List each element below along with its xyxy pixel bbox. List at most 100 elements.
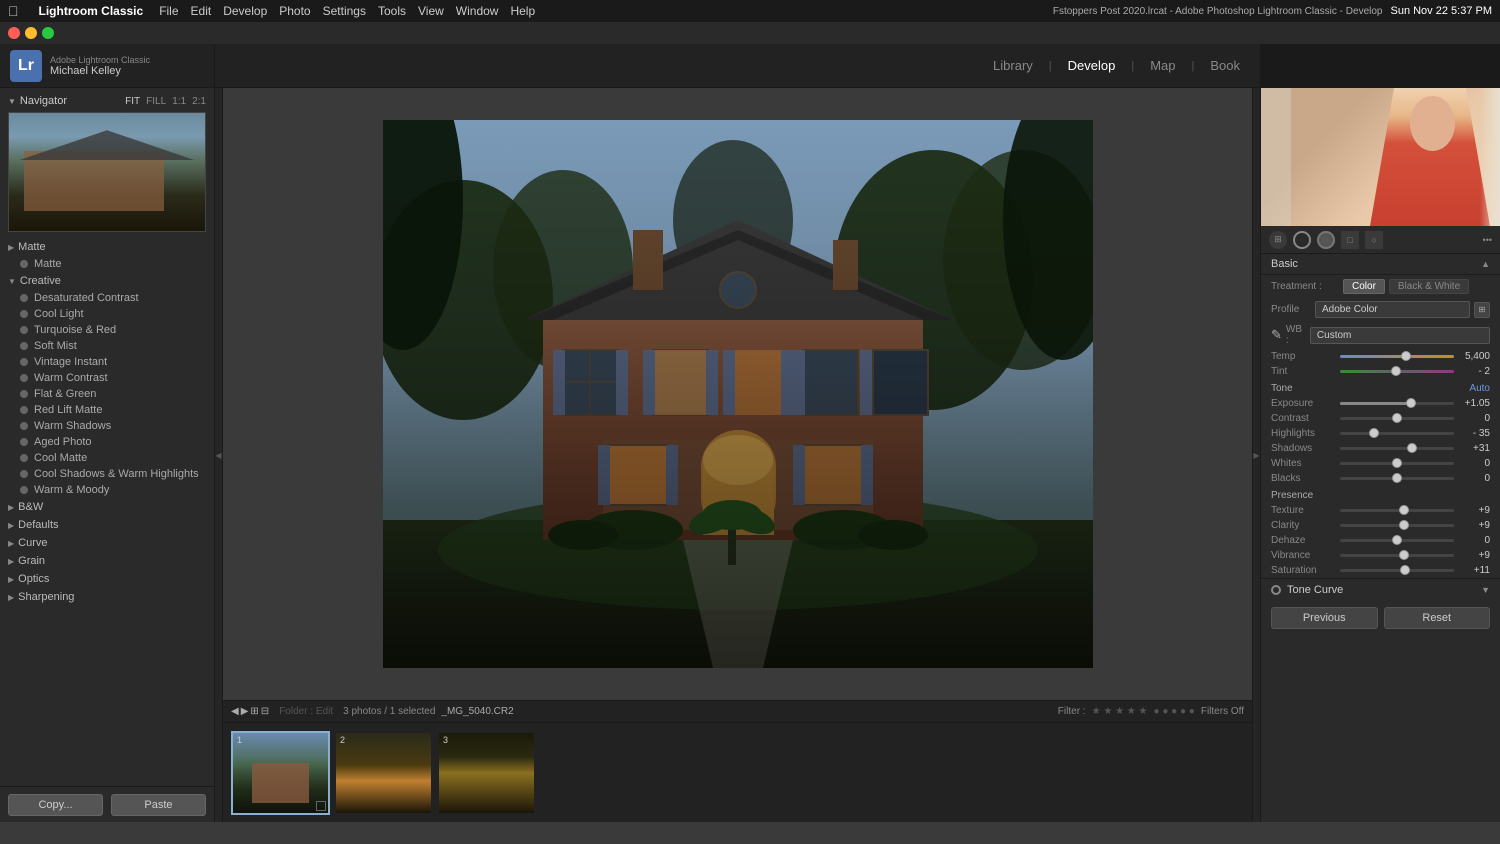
paste-button[interactable]: Paste [111,794,206,816]
whites-slider-thumb[interactable] [1392,458,1402,468]
vibrance-slider-thumb[interactable] [1399,550,1409,560]
temp-slider-track[interactable] [1340,355,1454,358]
menu-file[interactable]: File [159,4,178,18]
preset-item-flat-green[interactable]: Flat & Green [0,386,214,402]
prev-nav-btn[interactable]: ◀ [231,706,239,717]
preset-item-cool-shadows[interactable]: Cool Shadows & Warm Highlights [0,466,214,482]
contrast-slider-track[interactable] [1340,417,1454,420]
preset-item-warm-contrast[interactable]: Warm Contrast [0,370,214,386]
filmstrip-btn[interactable]: ⊟ [261,706,269,717]
shadows-slider-thumb[interactable] [1407,443,1417,453]
texture-slider-track[interactable] [1340,509,1454,512]
preset-group-header-sharpening[interactable]: ▶ Sharpening [0,588,214,606]
fit-option-2-1[interactable]: 2:1 [192,96,206,107]
shadows-slider-track[interactable] [1340,447,1454,450]
preset-item-soft-mist[interactable]: Soft Mist [0,338,214,354]
menu-settings[interactable]: Settings [323,4,366,18]
fit-option-fit[interactable]: FIT [125,96,140,107]
grid-btn[interactable]: ⊞ [250,706,258,717]
preset-group-header-curve[interactable]: ▶ Curve [0,534,214,552]
module-book[interactable]: Book [1210,58,1240,73]
tool-brush[interactable]: ○ [1365,231,1383,249]
preset-item-cool-matte[interactable]: Cool Matte [0,450,214,466]
next-nav-btn[interactable]: ▶ [241,706,249,717]
preset-group-header-defaults[interactable]: ▶ Defaults [0,516,214,534]
preset-item-matte[interactable]: Matte [0,256,214,272]
vibrance-slider-track[interactable] [1340,554,1454,557]
bw-button[interactable]: Black & White [1389,279,1469,294]
minimize-button[interactable] [25,27,37,39]
profile-value[interactable]: Adobe Color [1315,301,1470,318]
saturation-slider-thumb[interactable] [1400,565,1410,575]
highlights-slider-thumb[interactable] [1369,428,1379,438]
color-button[interactable]: Color [1343,279,1385,294]
dehaze-slider-track[interactable] [1340,539,1454,542]
basic-section-header[interactable]: Basic ▲ [1261,254,1500,275]
filmstrip-thumb-3[interactable]: 3 [437,731,536,815]
preset-item-desaturated[interactable]: Desaturated Contrast [0,290,214,306]
whites-slider-track[interactable] [1340,462,1454,465]
tool-redeye[interactable]: □ [1341,231,1359,249]
menu-edit[interactable]: Edit [191,4,212,18]
module-develop[interactable]: Develop [1068,58,1116,73]
reset-button[interactable]: Reset [1384,607,1491,629]
clarity-slider-thumb[interactable] [1399,520,1409,530]
tool-crop[interactable] [1293,231,1311,249]
fit-option-1-1[interactable]: 1:1 [172,96,186,107]
contrast-slider-thumb[interactable] [1392,413,1402,423]
profile-grid-button[interactable]: ⊞ [1474,302,1490,318]
module-library[interactable]: Library [993,58,1033,73]
preset-item-warm-moody[interactable]: Warm & Moody [0,482,214,498]
tone-curve-bar[interactable]: Tone Curve ▼ [1261,578,1500,601]
tone-auto-button[interactable]: Auto [1469,383,1490,394]
preset-group-header-optics[interactable]: ▶ Optics [0,570,214,588]
highlights-slider-track[interactable] [1340,432,1454,435]
left-panel-collapse-handle[interactable]: ◀ [215,88,223,822]
menu-view[interactable]: View [418,4,444,18]
exposure-slider-thumb[interactable] [1406,398,1416,408]
preset-item-vintage[interactable]: Vintage Instant [0,354,214,370]
filmstrip-thumb-2[interactable]: 2 [334,731,433,815]
exposure-slider-track[interactable] [1340,402,1454,405]
tint-slider-thumb[interactable] [1391,366,1401,376]
preset-group-header-matte[interactable]: ▶ Matte [0,238,214,256]
right-panel-collapse-handle[interactable]: ▶ [1252,88,1260,822]
preset-item-turquoise[interactable]: Turquoise & Red [0,322,214,338]
close-button[interactable] [8,27,20,39]
menu-help[interactable]: Help [510,4,535,18]
texture-slider-thumb[interactable] [1399,505,1409,515]
saturation-slider-track[interactable] [1340,569,1454,572]
filmstrip-thumb-1[interactable]: 1 [231,731,330,815]
menu-develop[interactable]: Develop [223,4,267,18]
blacks-slider-thumb[interactable] [1392,473,1402,483]
preset-group-optics: ▶ Optics [0,570,214,588]
tint-slider-track[interactable] [1340,370,1454,373]
preset-item-aged-photo[interactable]: Aged Photo [0,434,214,450]
menu-photo[interactable]: Photo [279,4,310,18]
temp-slider-thumb[interactable] [1401,351,1411,361]
menu-window[interactable]: Window [456,4,499,18]
previous-button[interactable]: Previous [1271,607,1378,629]
tool-spot[interactable] [1317,231,1335,249]
maximize-button[interactable] [42,27,54,39]
copy-button[interactable]: Copy... [8,794,103,816]
dehaze-slider-thumb[interactable] [1392,535,1402,545]
preset-item-warm-shadows[interactable]: Warm Shadows [0,418,214,434]
blacks-slider-track[interactable] [1340,477,1454,480]
preset-item-cool-light[interactable]: Cool Light [0,306,214,322]
tool-more[interactable]: ••• [1483,235,1492,245]
preset-group-header-creative[interactable]: ▼ Creative [0,272,214,290]
eyedropper-icon[interactable]: ✎ [1271,327,1282,343]
clarity-slider-track[interactable] [1340,524,1454,527]
sep1: | [1049,60,1052,72]
apple-icon[interactable]:  [8,3,19,19]
preset-item-red-lift[interactable]: Red Lift Matte [0,402,214,418]
preset-group-header-grain[interactable]: ▶ Grain [0,552,214,570]
tool-histogram[interactable]: ⊞ [1269,231,1287,249]
preset-group-header-bw[interactable]: ▶ B&W [0,498,214,516]
wb-value[interactable]: Custom [1310,327,1490,344]
navigator-header[interactable]: ▼ Navigator FIT FILL 1:1 2:1 [0,92,214,110]
module-map[interactable]: Map [1150,58,1175,73]
menu-tools[interactable]: Tools [378,4,406,18]
fit-option-fill[interactable]: FILL [146,96,166,107]
